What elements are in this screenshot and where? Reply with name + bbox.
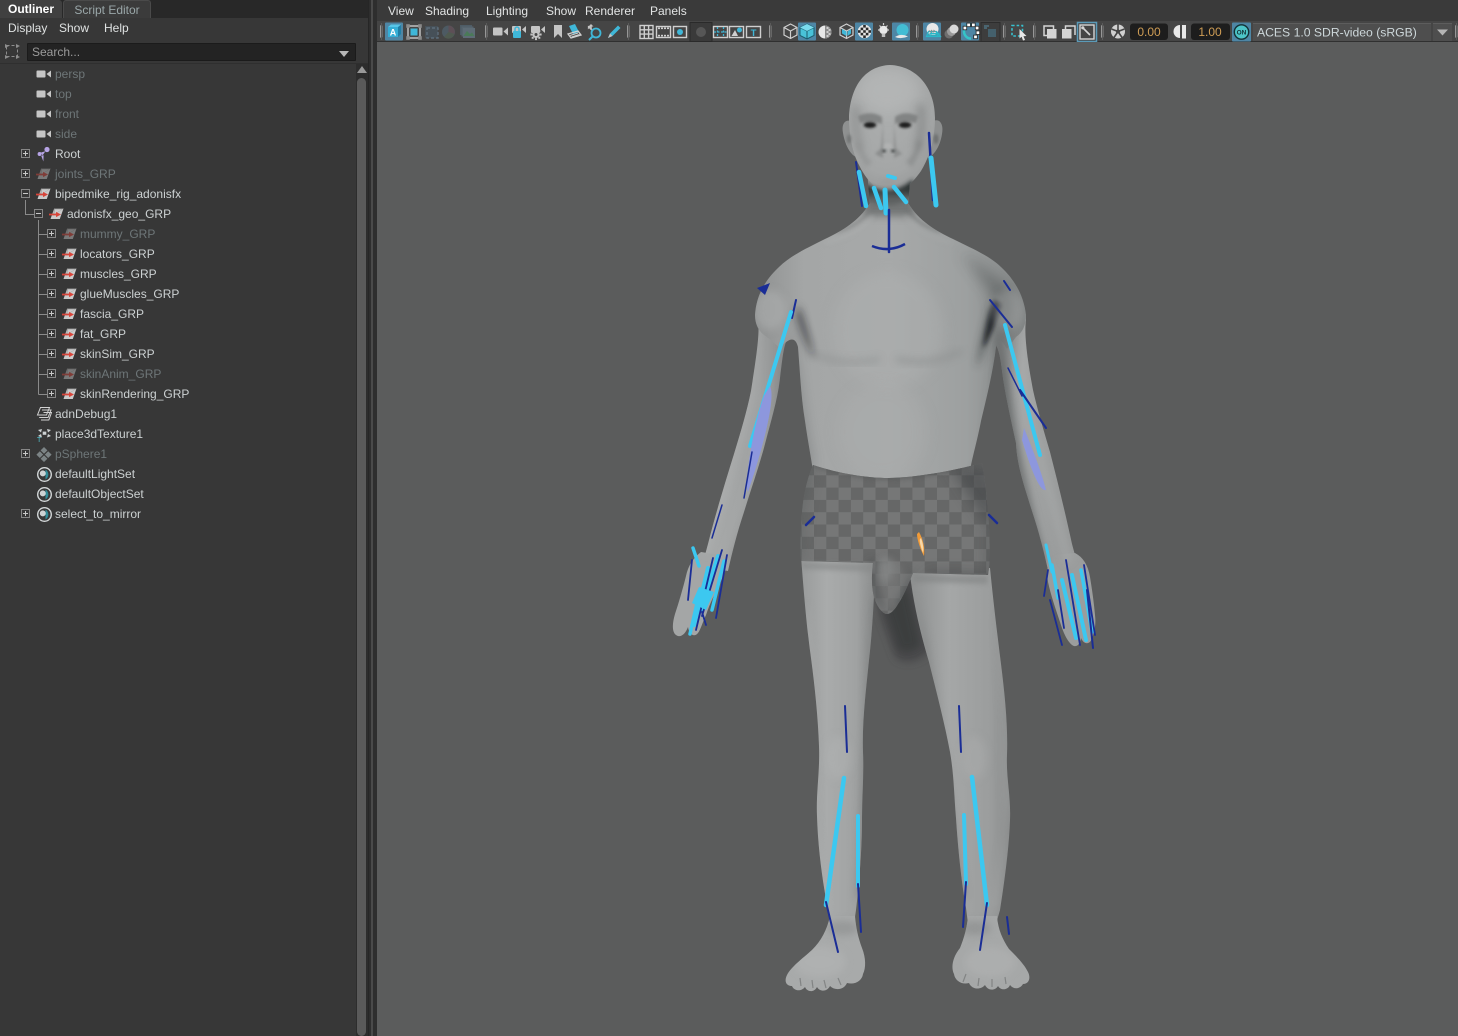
svg-text:T: T <box>37 437 42 443</box>
svg-text:0.00: 0.00 <box>1137 25 1161 39</box>
svg-text:ACES 1.0 SDR-video (sRGB): ACES 1.0 SDR-video (sRGB) <box>1257 26 1417 40</box>
svg-text:A: A <box>390 28 397 38</box>
svg-text:T: T <box>751 28 757 39</box>
svg-text:ON: ON <box>1237 30 1247 37</box>
svg-text:1.00: 1.00 <box>1198 25 1222 39</box>
